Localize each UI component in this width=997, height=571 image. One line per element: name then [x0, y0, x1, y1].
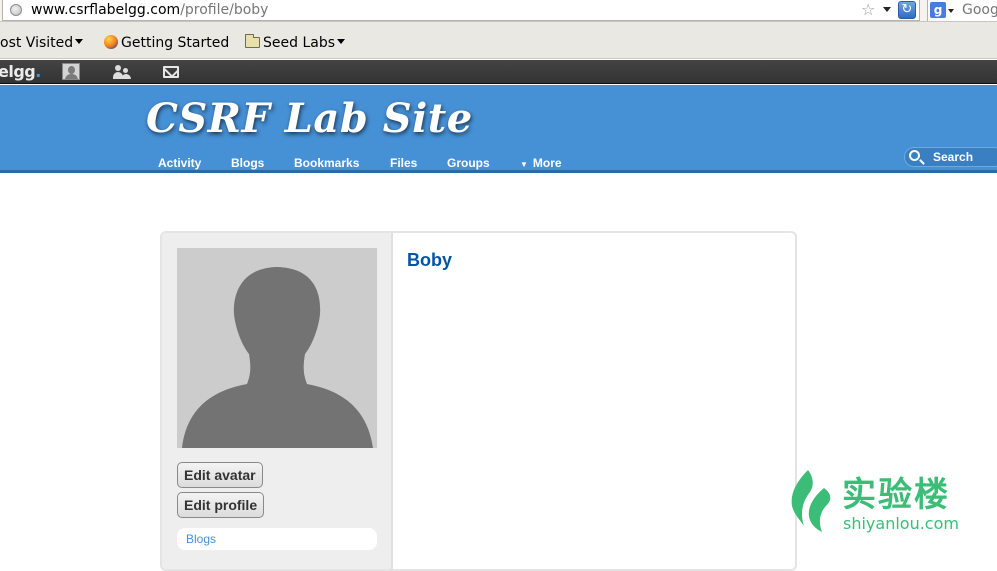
bookmark-most-visited[interactable]: ost Visited	[0, 34, 84, 52]
bookmark-seed-labs[interactable]: Seed Labs	[245, 34, 346, 52]
reload-icon[interactable]: ↻	[898, 1, 916, 19]
shiyanlou-watermark: 实验楼 shiyanlou.com	[788, 466, 968, 536]
nav-groups[interactable]: Groups	[447, 156, 490, 170]
friends-icon[interactable]	[112, 65, 132, 80]
search-placeholder: Search	[933, 150, 974, 164]
search-engine-text: Goog	[962, 2, 997, 18]
folder-icon	[245, 34, 260, 48]
elgg-logo[interactable]: elgg.	[0, 62, 41, 82]
bookmark-label: ost Visited	[0, 35, 74, 51]
google-icon[interactable]: g	[930, 2, 946, 18]
url-text: www.csrflabelgg.com/profile/boby	[31, 2, 268, 18]
bookmark-label: Seed Labs	[263, 35, 336, 51]
default-avatar-silhouette-icon	[182, 267, 373, 448]
nav-files[interactable]: Files	[390, 156, 417, 170]
site-name[interactable]: CSRF Lab Site	[146, 95, 473, 143]
avatar-icon[interactable]	[62, 63, 80, 80]
nav-blogs[interactable]: Blogs	[231, 156, 264, 170]
elgg-logo-dot: .	[35, 62, 41, 81]
search-engine-dropdown-icon[interactable]	[948, 9, 954, 13]
url-host: www.csrflabelgg.com	[31, 2, 181, 18]
edit-avatar-button[interactable]: Edit avatar	[177, 462, 263, 488]
owner-menu: Blogs	[177, 528, 377, 550]
owner-menu-item-blogs[interactable]: Blogs	[186, 532, 216, 546]
profile-name[interactable]: Boby	[407, 249, 452, 271]
url-path: /profile/boby	[180, 2, 269, 18]
edit-profile-button[interactable]: Edit profile	[177, 492, 265, 518]
site-header: CSRF Lab Site Activity Blogs Bookmarks F…	[0, 85, 997, 173]
url-field[interactable]: www.csrflabelgg.com/profile/boby ☆ ↻	[2, 0, 920, 21]
nav-more[interactable]: ▼ More	[520, 156, 562, 172]
site-search-input[interactable]: Search	[904, 147, 997, 167]
bookmark-label: Getting Started	[121, 35, 230, 51]
shiyanlou-leaf-icon	[791, 470, 831, 532]
nav-more-label: More	[532, 156, 562, 170]
elgg-logo-text: elgg	[0, 62, 36, 81]
profile-owner-block: Edit avatar Edit profile Blogs	[162, 233, 393, 569]
avatar[interactable]	[177, 248, 377, 448]
profile-card: Edit avatar Edit profile Blogs Boby	[160, 231, 797, 571]
watermark-en: shiyanlou.com	[843, 514, 959, 533]
globe-icon	[10, 4, 22, 16]
triangle-down-icon: ▼	[520, 160, 528, 169]
bookmark-getting-started[interactable]: Getting Started	[104, 34, 229, 52]
bookmarks-toolbar: ost Visited Getting Started Seed Labs	[0, 22, 997, 59]
watermark-cn: 实验楼	[842, 475, 950, 515]
bookmark-star-icon[interactable]: ☆	[861, 0, 875, 20]
browser-url-bar: www.csrflabelgg.com/profile/boby ☆ ↻ g G…	[0, 0, 997, 22]
chevron-down-icon	[337, 39, 346, 44]
nav-activity[interactable]: Activity	[158, 156, 201, 170]
chevron-down-icon	[75, 39, 84, 44]
search-icon	[909, 150, 920, 161]
messages-icon[interactable]	[163, 66, 179, 78]
nav-bookmarks[interactable]: Bookmarks	[294, 156, 359, 170]
url-dropdown-icon[interactable]	[883, 7, 891, 12]
elgg-topbar: elgg.	[0, 60, 997, 84]
firefox-icon	[104, 35, 118, 49]
